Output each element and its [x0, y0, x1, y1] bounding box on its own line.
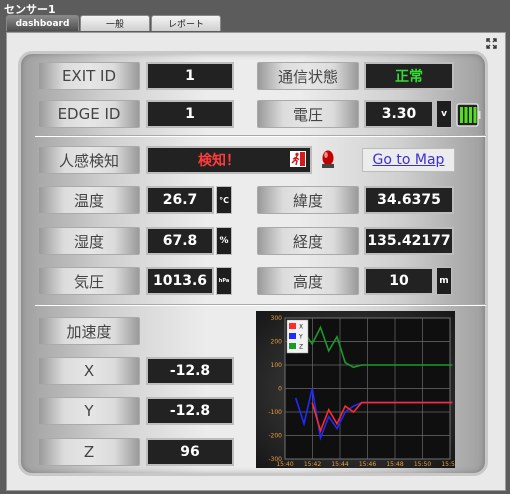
tab-dashboard[interactable]: dashboard — [6, 15, 79, 31]
accel-y-label: Y — [38, 397, 140, 425]
temperature-label: 温度 — [38, 186, 140, 214]
y-tick-label: -200 — [268, 433, 282, 440]
acceleration-chart: 15:4015:4215:4415:4615:4815:5015:5230020… — [256, 311, 455, 468]
comm-status-value: 正常 — [364, 62, 454, 90]
edge-id-label: EDGE ID — [38, 100, 140, 128]
altitude-value: 10 — [364, 267, 434, 295]
accel-y-value: -12.8 — [146, 397, 234, 425]
accel-x-label: X — [38, 357, 140, 385]
x-tick-label: 15:42 — [304, 461, 321, 468]
x-tick-label: 15:50 — [414, 461, 431, 468]
accel-z-value: 96 — [146, 438, 234, 466]
human-detect-value: 検知！ — [146, 146, 312, 174]
y-tick-label: 200 — [271, 339, 283, 346]
x-tick-label: 15:52 — [441, 461, 455, 468]
humidity-unit: % — [216, 227, 232, 255]
tab-report[interactable]: レポート — [151, 15, 221, 31]
y-tick-label: 100 — [271, 362, 283, 369]
divider — [35, 304, 486, 306]
altitude-label: 高度 — [257, 267, 359, 295]
accel-x-value: -12.8 — [146, 357, 234, 385]
tab-bar: dashboard 一般 レポート — [6, 15, 222, 32]
comm-status-label: 通信状態 — [257, 62, 359, 90]
legend-swatch-y — [289, 333, 296, 339]
legend-swatch-x — [289, 323, 296, 329]
battery-full-icon — [456, 103, 481, 127]
x-tick-label: 15:46 — [359, 461, 376, 468]
legend-label-z: Z — [299, 344, 303, 351]
divider — [35, 135, 486, 137]
human-detect-label: 人感検知 — [38, 146, 140, 174]
tab-general[interactable]: 一般 — [80, 15, 150, 31]
acceleration-label: 加速度 — [38, 317, 140, 345]
y-tick-label: 300 — [271, 315, 283, 322]
longitude-value: 135.42177 — [364, 227, 454, 255]
pressure-label: 気圧 — [38, 267, 140, 295]
red-alarm-lamp-icon — [322, 150, 334, 168]
go-to-map-link[interactable]: Go to Map — [362, 148, 455, 172]
voltage-value: 3.30 — [364, 100, 434, 128]
pressure-unit: hPa — [216, 267, 232, 295]
y-tick-label: -100 — [268, 409, 282, 416]
temperature-value: 26.7 — [146, 186, 214, 214]
pressure-value: 1013.6 — [146, 267, 214, 295]
edge-id-value: 1 — [146, 100, 234, 128]
chart-canvas: 15:4015:4215:4415:4615:4815:5015:5230020… — [268, 315, 455, 468]
exit-id-value: 1 — [146, 62, 234, 90]
legend-swatch-z — [289, 343, 296, 349]
temperature-unit: °C — [216, 186, 232, 214]
accel-z-label: Z — [38, 438, 140, 466]
y-tick-label: -300 — [268, 456, 282, 463]
emergency-exit-icon — [290, 151, 306, 167]
legend-label-x: X — [299, 324, 303, 331]
x-tick-label: 15:48 — [386, 461, 403, 468]
longitude-label: 経度 — [257, 227, 359, 255]
altitude-unit: m — [436, 267, 452, 295]
humidity-label: 湿度 — [38, 227, 140, 255]
x-tick-label: 15:44 — [331, 461, 348, 468]
latitude-value: 34.6375 — [364, 186, 454, 214]
y-tick-label: 0 — [278, 386, 282, 393]
legend-label-y: Y — [298, 334, 303, 341]
voltage-label: 電圧 — [257, 100, 359, 128]
exit-id-label: EXIT ID — [38, 62, 140, 90]
voltage-unit: v — [436, 100, 452, 128]
humidity-value: 67.8 — [146, 227, 214, 255]
expand-icon[interactable] — [486, 38, 497, 49]
latitude-label: 緯度 — [257, 186, 359, 214]
